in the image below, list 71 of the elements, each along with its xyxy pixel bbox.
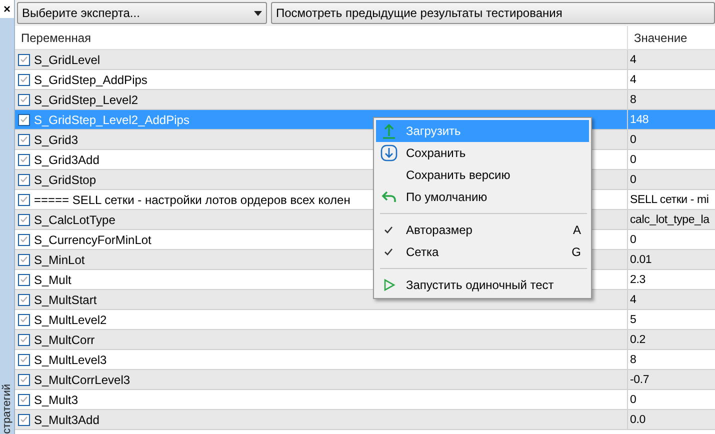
menu-item[interactable]: Сохранить [376,142,589,164]
checkbox[interactable] [18,194,30,206]
checkbox[interactable] [18,394,30,406]
variable-name: S_Grid3 [34,132,78,146]
checkbox[interactable] [18,174,30,186]
menu-item[interactable]: Запустить одиночный тест [376,274,589,296]
column-header[interactable]: Значение [627,26,715,50]
table-cell: 148 [627,110,715,130]
checkbox[interactable] [18,214,30,226]
variable-name: S_GridStep_AddPips [34,72,148,86]
table-cell: 0 [627,170,715,190]
checkbox[interactable] [18,54,30,66]
variable-name: S_MultLevel3 [34,352,107,366]
panel-tab-label[interactable]: стратегий [1,382,13,434]
checkbox[interactable] [18,414,30,426]
table-cell: 0.0 [627,410,715,430]
table-cell: 0 [627,150,715,170]
variable-name: S_GridStep_Level2 [34,92,138,106]
dropdown-arrow-icon [254,10,262,16]
upload-icon [380,122,398,140]
variable-name: S_MultCorr [34,332,95,346]
checkbox[interactable] [18,334,30,346]
table-cell: 0.2 [627,330,715,350]
menu-item[interactable]: По умолчанию [376,186,589,208]
table-cell: 0 [627,390,715,410]
variable-name: S_CalcLotType [34,212,116,226]
menu-item[interactable]: Сетка G [376,241,589,263]
menu-item[interactable]: Сохранить версию [376,164,589,186]
checkbox[interactable] [18,374,30,386]
checkbox[interactable] [18,154,30,166]
expert-dropdown[interactable]: Выберите эксперта... [17,2,267,24]
download-icon [380,144,398,162]
checkbox[interactable] [18,114,30,126]
table-cell: 4 [627,70,715,90]
checkbox[interactable] [18,254,30,266]
table-cell: -0.7 [627,370,715,390]
variable-name: S_MultStart [34,292,97,306]
variable-name: S_Mult3Add [34,412,100,426]
variable-name: ===== SELL сетки - настройки лотов ордеров всех колен [34,192,350,206]
variable-name: S_Mult [34,272,72,286]
checkbox[interactable] [18,314,30,326]
table-cell: 8 [627,90,715,110]
variable-name: S_Grid3Add [34,152,100,166]
table-cell: 0 [627,230,715,250]
variable-name: S_MultCorrLevel3 [34,372,130,386]
results-button[interactable]: Посмотреть предыдущие результаты тестирования [271,2,715,24]
checkbox[interactable] [18,234,30,246]
table-cell: 2.3 [627,270,715,290]
table-cell: 8 [627,350,715,370]
checkbox[interactable] [18,134,30,146]
checkbox[interactable] [18,354,30,366]
variable-name: S_MinLot [34,252,85,266]
variable-name: S_Mult3 [34,392,78,406]
table-cell: 4 [627,50,715,70]
variable-name: S_GridStop [34,172,96,186]
variable-name: S_GridStep_Level2_AddPips [34,112,190,126]
checkbox[interactable] [18,274,30,286]
table-cell: SELL сетки - mi [627,190,715,210]
table-cell: calc_lot_type_la [627,210,715,230]
variable-name: S_MultLevel2 [34,312,107,326]
table-cell: 5 [627,310,715,330]
table-cell: 0.01 [627,250,715,270]
menu-item[interactable]: Авторазмер A [376,219,589,241]
checkbox[interactable] [18,294,30,306]
table-cell: 4 [627,290,715,310]
checkbox[interactable] [18,74,30,86]
variable-name: S_CurrencyForMinLot [34,232,152,246]
checkbox[interactable] [18,94,30,106]
variable-name: S_GridLevel [34,52,100,66]
close-button[interactable]: × [0,0,14,18]
table-cell: 0 [627,130,715,150]
